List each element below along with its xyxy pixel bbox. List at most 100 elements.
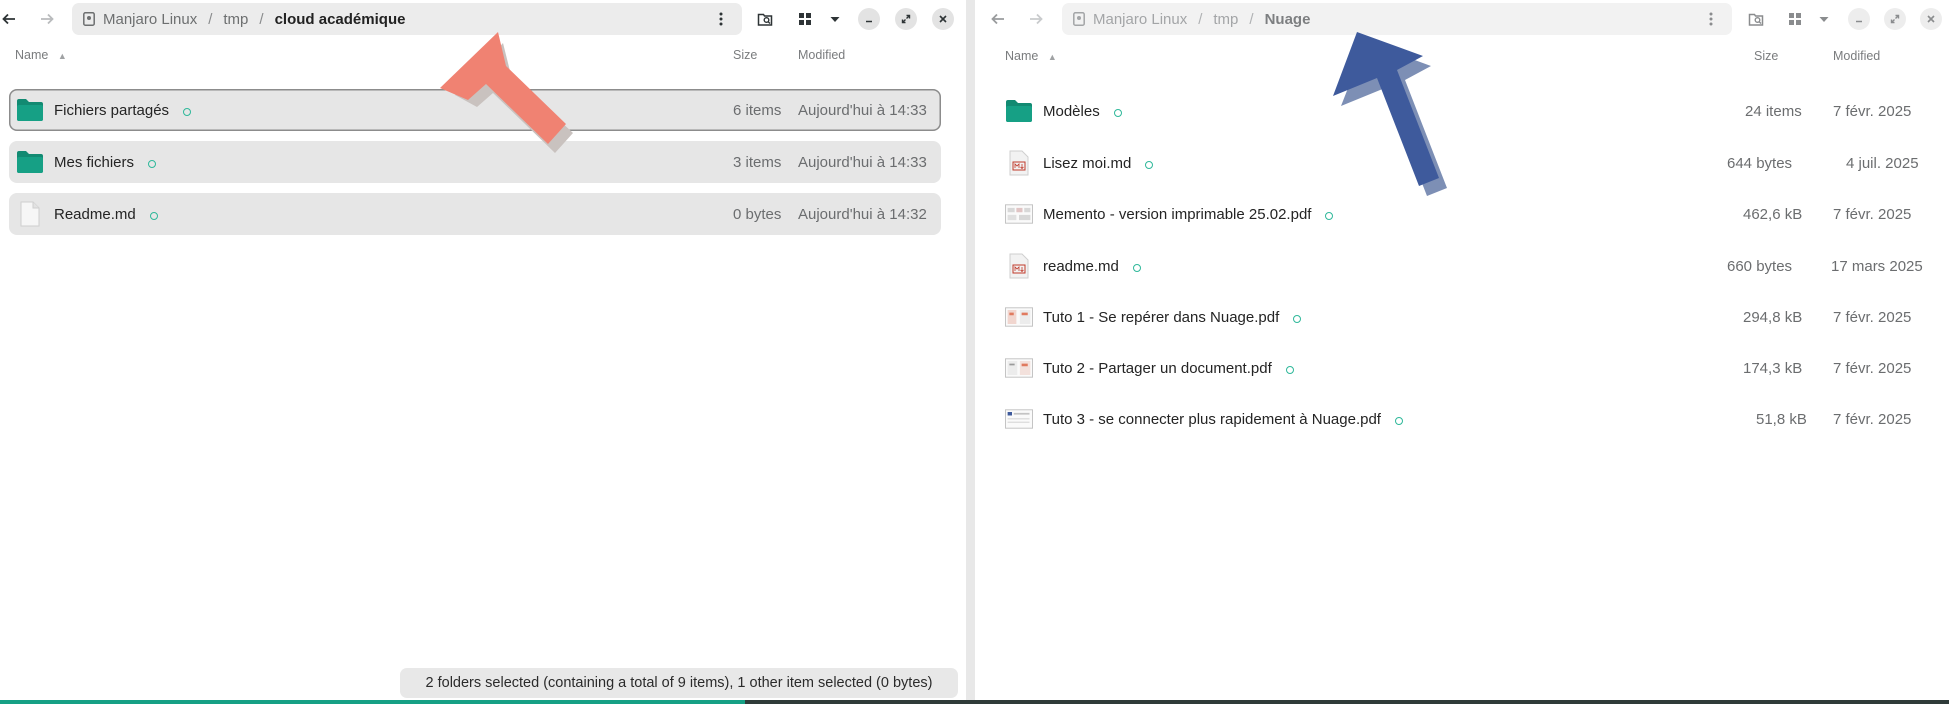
folder-icon	[16, 97, 44, 123]
list-item[interactable]: Tuto 1 - Se repérer dans Nuage.pdf 294,8…	[1005, 296, 1945, 338]
list-item[interactable]: Memento - version imprimable 25.02.pdf 4…	[1005, 193, 1945, 235]
close-button[interactable]	[1920, 8, 1942, 30]
grid-view-icon	[1789, 13, 1801, 25]
file-size: 24 items	[1745, 102, 1802, 120]
file-icon	[16, 201, 44, 227]
pdf-thumbnail-icon	[1005, 355, 1033, 381]
file-modified: 7 févr. 2025	[1833, 308, 1912, 326]
markdown-file-icon	[1005, 253, 1033, 279]
file-size: 3 items	[733, 153, 782, 171]
file-manager-window-right: Manjaro Linux / tmp / Nuage Name ▲ Size …	[975, 0, 1949, 704]
list-item[interactable]: Lisez moi.md 644 bytes 4 juil. 2025	[1005, 142, 1945, 184]
drive-icon	[1073, 12, 1085, 26]
path-menu-button[interactable]	[706, 4, 736, 34]
file-size: 644 bytes	[1727, 154, 1793, 172]
file-name: Tuto 2 - Partager un document.pdf	[1043, 359, 1272, 377]
path-segment-current[interactable]: cloud académique	[264, 11, 417, 28]
file-modified: 7 févr. 2025	[1833, 205, 1912, 223]
maximize-button[interactable]	[895, 8, 917, 30]
minimize-icon	[866, 20, 872, 23]
minimize-icon	[1856, 20, 1862, 23]
view-options-dropdown[interactable]	[1807, 4, 1841, 34]
path-bar[interactable]: Manjaro Linux / tmp / Nuage	[1062, 3, 1732, 35]
back-arrow-icon	[2, 13, 15, 25]
sync-emblem-icon	[1285, 366, 1294, 374]
list-item[interactable]: Tuto 3 - se connecter plus rapidement à …	[1005, 398, 1945, 440]
kebab-menu-icon	[719, 12, 723, 26]
column-header-name[interactable]: Name ▲	[1005, 49, 1057, 63]
file-modified: Aujourd'hui à 14:33	[798, 101, 927, 119]
list-item[interactable]: Fichiers partagés 6 items Aujourd'hui à …	[9, 89, 941, 131]
path-segment-current[interactable]: Nuage	[1254, 11, 1322, 28]
view-options-dropdown[interactable]	[818, 4, 852, 34]
sync-emblem-icon	[1113, 109, 1122, 117]
file-size: 174,3 kB	[1743, 359, 1803, 377]
column-header-size[interactable]: Size	[733, 48, 757, 62]
path-segment-root[interactable]: Manjaro Linux	[72, 11, 208, 28]
file-name: Tuto 3 - se connecter plus rapidement à …	[1043, 410, 1381, 428]
pdf-thumbnail-icon	[1005, 406, 1033, 432]
file-name: Mes fichiers	[54, 153, 135, 171]
chevron-down-icon	[830, 17, 840, 22]
file-modified: 7 févr. 2025	[1833, 410, 1912, 428]
sync-emblem-icon	[183, 108, 192, 116]
file-size: 6 items	[733, 101, 782, 119]
file-modified: 4 juil. 2025	[1846, 154, 1919, 172]
search-button[interactable]	[750, 4, 780, 34]
maximize-button[interactable]	[1884, 8, 1906, 30]
file-modified: Aujourd'hui à 14:33	[798, 153, 927, 171]
drive-icon	[83, 12, 95, 26]
sync-emblem-icon	[1145, 161, 1154, 169]
list-item[interactable]: readme.md 660 bytes 17 mars 2025	[1005, 245, 1945, 287]
maximize-icon	[901, 14, 911, 24]
taskbar-accent	[0, 700, 745, 704]
list-item[interactable]: Modèles 24 items 7 févr. 2025	[1005, 90, 1945, 132]
sync-emblem-icon	[149, 212, 158, 220]
back-arrow-icon	[991, 13, 1004, 25]
path-segment-tmp[interactable]: tmp	[212, 11, 259, 28]
view-mode-button[interactable]	[1780, 4, 1810, 34]
sort-ascending-icon: ▲	[57, 51, 67, 61]
chevron-down-icon	[1819, 17, 1829, 22]
file-size: 51,8 kB	[1756, 410, 1807, 428]
back-button[interactable]	[0, 4, 24, 34]
sync-emblem-icon	[1132, 264, 1141, 272]
file-name: Tuto 1 - Se repérer dans Nuage.pdf	[1043, 308, 1280, 326]
path-bar[interactable]: Manjaro Linux / tmp / cloud académique	[72, 3, 742, 35]
view-mode-button[interactable]	[790, 4, 820, 34]
column-header-size[interactable]: Size	[1754, 49, 1778, 63]
column-header-modified[interactable]: Modified	[798, 48, 845, 62]
path-segment-root[interactable]: Manjaro Linux	[1062, 11, 1198, 28]
file-modified: 7 févr. 2025	[1833, 359, 1912, 377]
file-size: 462,6 kB	[1743, 205, 1803, 223]
column-header-modified[interactable]: Modified	[1833, 49, 1880, 63]
maximize-icon	[1890, 14, 1900, 24]
desktop-taskbar-edge	[0, 700, 1949, 704]
minimize-button[interactable]	[858, 8, 880, 30]
file-size: 294,8 kB	[1743, 308, 1803, 326]
forward-button[interactable]	[32, 4, 62, 34]
folder-icon	[16, 149, 44, 175]
window-divider	[966, 0, 975, 704]
back-button[interactable]	[983, 4, 1013, 34]
forward-arrow-icon	[41, 13, 54, 25]
forward-button[interactable]	[1021, 4, 1051, 34]
file-size: 660 bytes	[1727, 257, 1793, 275]
path-menu-button[interactable]	[1696, 4, 1726, 34]
close-button[interactable]	[932, 8, 954, 30]
column-header-name[interactable]: Name ▲	[15, 48, 67, 62]
list-item[interactable]: Readme.md 0 bytes Aujourd'hui à 14:32	[9, 193, 941, 235]
minimize-button[interactable]	[1848, 8, 1870, 30]
file-name: Lisez moi.md	[1043, 154, 1132, 172]
path-segment-tmp[interactable]: tmp	[1202, 11, 1249, 28]
search-button[interactable]	[1741, 4, 1771, 34]
sync-emblem-icon	[1394, 417, 1403, 425]
sync-emblem-icon	[1293, 315, 1302, 323]
file-name: Memento - version imprimable 25.02.pdf	[1043, 205, 1312, 223]
sync-emblem-icon	[1325, 212, 1334, 220]
list-item[interactable]: Mes fichiers 3 items Aujourd'hui à 14:33	[9, 141, 941, 183]
status-bar: 2 folders selected (containing a total o…	[400, 668, 958, 698]
close-icon	[1927, 15, 1935, 23]
kebab-menu-icon	[1709, 12, 1713, 26]
list-item[interactable]: Tuto 2 - Partager un document.pdf 174,3 …	[1005, 347, 1945, 389]
